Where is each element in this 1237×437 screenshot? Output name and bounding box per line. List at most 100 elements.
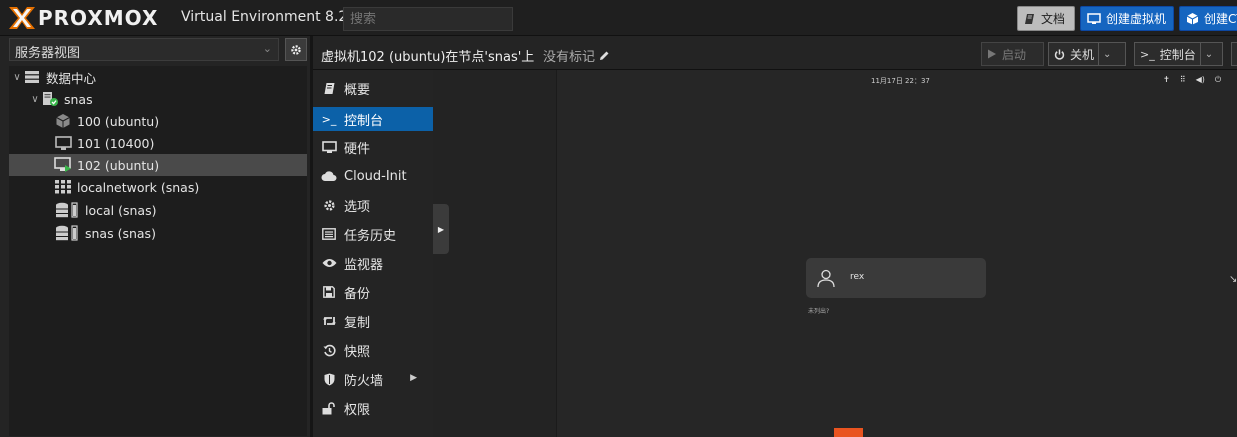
tree-item-localnetwork[interactable]: localnetwork (snas) [9, 176, 307, 198]
nav-permissions[interactable]: 权限 [313, 396, 433, 420]
console-button[interactable]: >_ 控制台 ⌄ [1134, 42, 1223, 66]
tree-item-label: snas [64, 91, 93, 107]
cube-icon [1186, 13, 1199, 25]
tags-edit[interactable]: 没有标记 [543, 46, 610, 65]
grid-icon [54, 179, 72, 195]
book-icon [321, 80, 337, 96]
search-input[interactable] [343, 7, 513, 31]
docs-label: 文档 [1041, 12, 1066, 26]
resource-tree: ∨ 数据中心 ∨ snas 100 (ubuntu) 101 (10400) 1… [9, 66, 307, 436]
chevron-down-icon[interactable]: ∨ [29, 94, 41, 105]
nav-hardware[interactable]: 硬件 [313, 135, 433, 159]
nav-label: 监视器 [344, 257, 384, 273]
nav-console[interactable]: >_ 控制台 [313, 107, 433, 131]
tree-item-ct-100[interactable]: 100 (ubuntu) [9, 110, 307, 132]
proxmox-x-icon [9, 7, 35, 29]
nav-label: 权限 [344, 402, 371, 418]
shutdown-button[interactable]: 关机 ⌄ [1048, 42, 1126, 66]
product-version: Virtual Environment 8.2.2 [181, 9, 361, 25]
guest-system-tray[interactable]: ✝ ⠿ ◀) ⏻ [1163, 75, 1221, 85]
nav-summary[interactable]: 概要 [313, 76, 433, 100]
nav-cloud-init[interactable]: Cloud-Init [313, 164, 433, 188]
chevron-down-icon[interactable]: ⌄ [1205, 49, 1213, 60]
ubuntu-indicator [834, 428, 863, 437]
nav-firewall[interactable]: 防火墙 ▶ [313, 367, 433, 391]
not-listed-link[interactable]: 未列出? [808, 306, 829, 315]
eye-icon [321, 255, 337, 271]
shield-icon [321, 371, 337, 387]
login-username: rex [850, 272, 865, 282]
gear-icon [291, 44, 301, 55]
nav-label: 防火墙 [344, 373, 384, 389]
login-user-card[interactable]: rex [806, 258, 986, 298]
chevron-down-icon[interactable]: ∨ [11, 72, 23, 83]
logo-text: PROXMOX [38, 6, 159, 30]
more-button[interactable] [1231, 42, 1237, 66]
create-vm-button[interactable]: 创建虚拟机 [1080, 6, 1174, 31]
nav-snapshots[interactable]: 快照 [313, 338, 433, 362]
nav-replication[interactable]: 复制 [313, 309, 433, 333]
volume-icon: ◀) [1195, 75, 1205, 84]
tags-label: 没有标记 [543, 50, 596, 65]
guest-clock: 11月17日 22：37 [871, 77, 930, 85]
tree-item-label: snas (snas) [85, 225, 156, 241]
unlock-icon [321, 400, 337, 416]
nav-task-history[interactable]: 任务历史 [313, 222, 433, 246]
create-vm-label: 创建虚拟机 [1106, 12, 1167, 26]
vm-subnav: 概要 >_ 控制台 硬件 Cloud-Init 选项 任务历史 监视器 备份 复… [313, 70, 433, 437]
docs-button[interactable]: 文档 [1017, 6, 1075, 31]
network-icon: ⠿ [1179, 75, 1186, 84]
tree-item-vm-102[interactable]: 102 (ubuntu) [9, 154, 307, 176]
nav-label: 备份 [344, 286, 371, 302]
nav-label: 控制台 [344, 113, 384, 129]
start-label: 启动 [1002, 47, 1027, 62]
tree-item-label: local (snas) [85, 202, 157, 218]
nav-options[interactable]: 选项 [313, 193, 433, 217]
container-icon [54, 113, 72, 129]
pencil-icon [600, 51, 609, 60]
tree-item-label: 102 (ubuntu) [77, 157, 160, 173]
power-icon [1054, 48, 1065, 60]
nav-label: Cloud-Init [344, 168, 407, 184]
desktop-icon [54, 135, 72, 151]
terminal-icon: >_ [1140, 47, 1155, 61]
database-icon [54, 225, 80, 241]
create-ct-button[interactable]: 创建CT [1179, 6, 1237, 31]
nav-label: 任务历史 [344, 228, 397, 244]
proxmox-logo[interactable]: PROXMOX [8, 6, 158, 30]
nav-monitor[interactable]: 监视器 [313, 251, 433, 275]
accessibility-icon: ✝ [1163, 75, 1170, 84]
tree-item-label: 101 (10400) [77, 135, 155, 151]
tree-item-vm-101[interactable]: 101 (10400) [9, 132, 307, 154]
shutdown-label: 关机 [1070, 47, 1095, 62]
view-select[interactable]: 服务器视图 ⌄ [9, 38, 279, 61]
nav-label: 复制 [344, 315, 371, 331]
tree-item-label: localnetwork (snas) [77, 179, 200, 195]
tree-item-storage-local[interactable]: local (snas) [9, 199, 307, 221]
page-title: 虚拟机102 (ubuntu)在节点'snas'上 [321, 50, 535, 65]
resource-tree-panel: 服务器视图 ⌄ ∨ 数据中心 ∨ snas 100 (ubuntu) 101 (… [0, 36, 310, 437]
tree-item-datacenter[interactable]: ∨ 数据中心 [9, 66, 307, 88]
history-icon [321, 342, 337, 358]
create-ct-label: 创建CT [1204, 12, 1237, 26]
book-icon [1025, 13, 1034, 24]
view-select-value: 服务器视图 [15, 46, 81, 61]
nav-label: 快照 [344, 344, 371, 360]
tree-settings-button[interactable] [285, 38, 307, 61]
caret-right-icon[interactable]: ▶ [410, 373, 417, 383]
gear-icon [321, 197, 337, 213]
chevron-down-icon[interactable]: ⌄ [1103, 49, 1111, 60]
nav-label: 选项 [344, 199, 371, 215]
start-button[interactable]: 启动 [981, 42, 1044, 66]
tree-item-storage-snas[interactable]: snas (snas) [9, 222, 307, 244]
top-header: PROXMOX Virtual Environment 8.2.2 文档 创建虚… [0, 0, 1237, 36]
console-sidebar-toggle[interactable]: ▶ [433, 204, 449, 254]
list-icon [321, 226, 337, 242]
tree-item-node-snas[interactable]: ∨ snas [9, 88, 307, 110]
tree-item-label: 100 (ubuntu) [77, 113, 160, 129]
play-icon [988, 49, 996, 59]
content-header: 虚拟机102 (ubuntu)在节点'snas'上 没有标记 启动 关机 ⌄ >… [313, 36, 1237, 70]
vm-console[interactable]: ▶ 11月17日 22：37 ✝ ⠿ ◀) ⏻ rex 未列出? ↘ [433, 70, 1237, 437]
nav-backup[interactable]: 备份 [313, 280, 433, 304]
console-sidebar [433, 70, 557, 437]
